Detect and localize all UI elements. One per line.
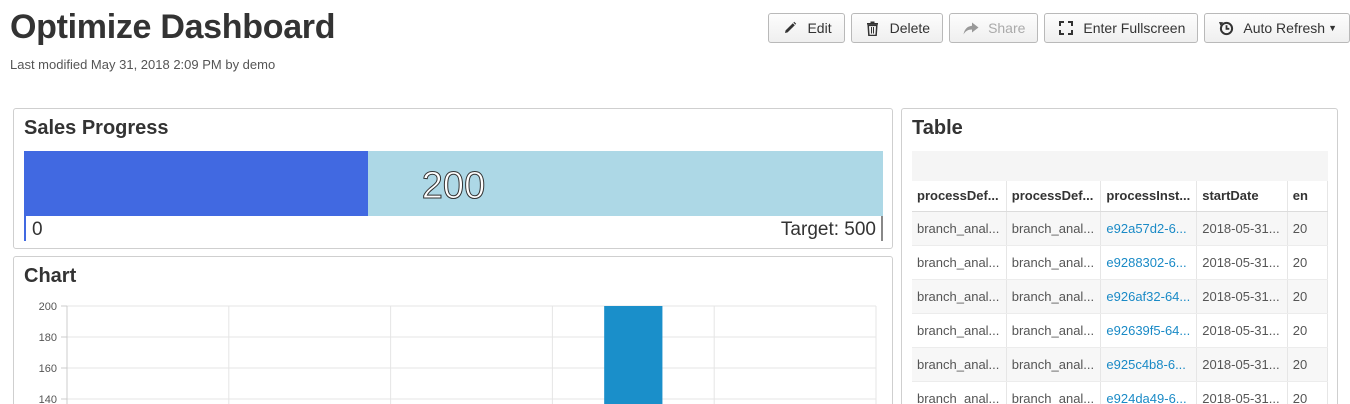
table-cell: 20 — [1287, 347, 1328, 382]
progress-bar: 200 — [24, 151, 883, 216]
table-cell: branch_anal... — [1006, 347, 1102, 382]
share-arrow-icon — [963, 20, 979, 36]
progress-target-label: Target: 500 — [780, 219, 876, 240]
table-cell: branch_anal... — [912, 279, 1007, 314]
column-header[interactable]: processDef... — [1006, 181, 1102, 212]
table-cell: branch_anal... — [1006, 211, 1102, 246]
table-toolbar-strip — [912, 151, 1328, 181]
chart-panel: Chart 200 180 160 140 — [13, 256, 893, 404]
table-header-row: processDef... processDef... processInst...… — [912, 181, 1328, 212]
bar-chart: 200 180 160 140 — [39, 301, 877, 404]
fullscreen-icon — [1058, 20, 1074, 36]
column-header[interactable]: startDate — [1196, 181, 1288, 212]
table-scroll-area[interactable]: processDef... processDef... processInst...… — [912, 151, 1328, 404]
edit-button[interactable]: Edit — [768, 13, 845, 43]
table-cell: branch_anal... — [1006, 245, 1102, 280]
table-cell: 2018-05-31... — [1196, 279, 1288, 314]
table-row: branch_anal... branch_anal... e926af32-64.… — [912, 279, 1328, 314]
y-tick-label: 200 — [39, 301, 57, 313]
table-row: branch_anal... branch_anal... e92a57d2-6..… — [912, 211, 1328, 246]
table-cell: 20 — [1287, 211, 1328, 246]
edit-button-label: Edit — [807, 20, 832, 36]
y-tick-label: 180 — [39, 332, 57, 344]
share-button[interactable]: Share — [949, 13, 1039, 43]
table-cell: 20 — [1287, 279, 1328, 314]
data-table: processDef... processDef... processInst...… — [912, 181, 1328, 404]
delete-button-label: Delete — [889, 20, 931, 36]
enter-fullscreen-button[interactable]: Enter Fullscreen — [1044, 13, 1199, 43]
process-instance-link[interactable]: e926af32-64... — [1100, 279, 1198, 314]
table-cell: branch_anal... — [1006, 279, 1102, 314]
fullscreen-button-label: Enter Fullscreen — [1083, 20, 1186, 36]
table-row: branch_anal... branch_anal... e9288302-6..… — [912, 245, 1328, 280]
table-panel: Table processDef... processDef... processI… — [901, 108, 1338, 404]
progress-min-label: 0 — [32, 219, 43, 240]
auto-refresh-dropdown[interactable]: Auto Refresh ▼ — [1204, 13, 1350, 43]
table-cell: branch_anal... — [912, 211, 1007, 246]
share-button-label: Share — [988, 20, 1026, 36]
table-cell: 2018-05-31... — [1196, 245, 1288, 280]
table-cell: 20 — [1287, 381, 1328, 404]
process-instance-link[interactable]: e925c4b8-6... — [1100, 347, 1198, 382]
delete-button[interactable]: Delete — [850, 13, 944, 43]
table-cell: branch_anal... — [912, 245, 1007, 280]
table-cell: 2018-05-31... — [1196, 313, 1288, 348]
trash-icon — [865, 20, 881, 36]
table-cell: branch_anal... — [1006, 313, 1102, 348]
column-header[interactable]: processDef... — [912, 181, 1007, 212]
dashboard-toolbar: Edit Delete Share Enter Fullscreen Auto … — [768, 13, 1350, 43]
table-cell: 2018-05-31... — [1196, 211, 1288, 246]
progress-axis: 0 Target: 500 — [24, 216, 883, 241]
table-row: branch_anal... branch_anal... e925c4b8-6..… — [912, 347, 1328, 382]
table-cell: branch_anal... — [912, 313, 1007, 348]
chart-bar — [604, 306, 663, 404]
pencil-icon — [782, 20, 798, 36]
table-cell: branch_anal... — [912, 381, 1007, 404]
y-tick-label: 160 — [39, 363, 57, 375]
y-tick-label: 140 — [39, 394, 57, 404]
table-cell: 2018-05-31... — [1196, 347, 1288, 382]
process-instance-link[interactable]: e92a57d2-6... — [1100, 211, 1198, 246]
table-cell: 20 — [1287, 313, 1328, 348]
sales-progress-panel: Sales Progress 200 0 Target: 500 — [13, 108, 893, 249]
table-row: branch_anal... branch_anal... e924da49-6..… — [912, 381, 1328, 404]
process-instance-link[interactable]: e924da49-6... — [1100, 381, 1198, 404]
last-modified-text: Last modified May 31, 2018 2:09 PM by de… — [10, 57, 276, 72]
table-cell: branch_anal... — [1006, 381, 1102, 404]
auto-refresh-label: Auto Refresh — [1243, 20, 1326, 36]
chevron-down-icon: ▼ — [1328, 23, 1337, 33]
sales-progress-title: Sales Progress — [24, 117, 169, 139]
table-cell: 20 — [1287, 245, 1328, 280]
column-header[interactable]: processInst... — [1100, 181, 1198, 212]
table-cell: 2018-05-31... — [1196, 381, 1288, 404]
process-instance-link[interactable]: e9288302-6... — [1100, 245, 1198, 280]
table-cell: branch_anal... — [912, 347, 1007, 382]
column-header[interactable]: en — [1287, 181, 1328, 212]
refresh-clock-icon — [1218, 20, 1234, 36]
progress-value: 200 — [421, 165, 486, 208]
table-row: branch_anal... branch_anal... e92639f5-64.… — [912, 313, 1328, 348]
page-title: Optimize Dashboard — [10, 8, 336, 46]
process-instance-link[interactable]: e92639f5-64... — [1100, 313, 1198, 348]
table-title: Table — [912, 117, 963, 139]
